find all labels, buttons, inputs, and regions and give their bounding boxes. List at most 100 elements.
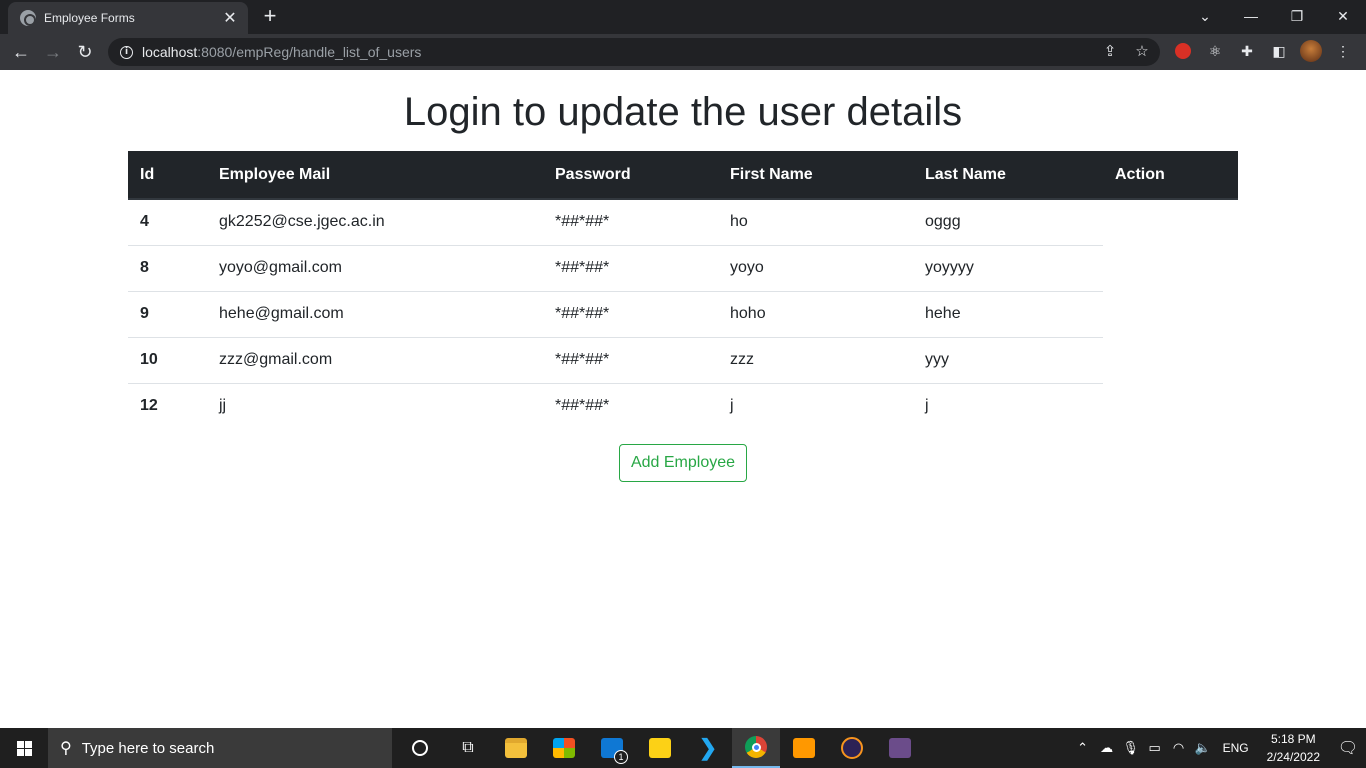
mail-icon[interactable]: 1 [588, 728, 636, 768]
cortana-icon[interactable] [396, 728, 444, 768]
restore-button[interactable]: ❐ [1274, 0, 1320, 32]
bookmark-star-icon[interactable]: ☆ [1132, 42, 1152, 62]
eclipse-icon[interactable] [828, 728, 876, 768]
browser-tab-bar: Employee Forms ✕ + ⌄ — ❐ ✕ [0, 0, 1366, 34]
taskbar-search[interactable]: ⚲ Type here to search [48, 728, 392, 768]
tab-close-icon[interactable]: ✕ [222, 8, 238, 28]
vscode-icon[interactable]: ❯ [684, 728, 732, 768]
table-row: 12 jj *##*##* j j [128, 382, 1238, 429]
new-tab-button[interactable]: + [258, 5, 282, 29]
cell-action [1103, 199, 1238, 245]
cell-last-name: oggg [925, 213, 961, 231]
cell-id: 12 [128, 382, 207, 429]
page-content: Login to update the user details Id Empl… [0, 70, 1366, 728]
react-devtools-icon[interactable]: ⚛ [1204, 40, 1226, 62]
cell-action [1103, 245, 1238, 291]
task-view-icon[interactable]: ⧉ [444, 728, 492, 768]
side-panel-icon[interactable]: ◧ [1268, 40, 1290, 62]
game-app-icon[interactable] [876, 728, 924, 768]
close-window-button[interactable]: ✕ [1320, 0, 1366, 32]
site-info-icon[interactable]: i [120, 45, 133, 59]
cell-password: *##*##* [543, 244, 718, 291]
cell-last-name: j [913, 382, 1103, 429]
mail-badge: 1 [614, 750, 628, 764]
microphone-icon[interactable]: 🎙 [1119, 740, 1143, 756]
adblock-extension-icon[interactable] [1172, 40, 1194, 62]
table-row: 9 hehe@gmail.com *##*##* hoho hehe [128, 290, 1238, 337]
battery-icon[interactable]: ▭ [1143, 740, 1167, 756]
cell-password: *##*##* [543, 336, 718, 383]
cell-first-name: yoyo [718, 244, 913, 291]
show-hidden-icons-chevron-icon[interactable]: ⌃ [1071, 740, 1095, 756]
taskbar-apps: ⧉ 1 ❯ [396, 728, 924, 768]
cell-email: yoyo@gmail.com [207, 244, 543, 291]
onedrive-cloud-icon[interactable]: ☁ [1095, 740, 1119, 756]
add-employee-button[interactable]: Add Employee [619, 444, 747, 482]
system-tray: ⌃ ☁ 🎙 ▭ ◠ 🔈 ENG 5:18 PM 2/24/2022 🗨 [1071, 728, 1366, 768]
cell-id: 10 [128, 336, 207, 383]
cell-first-name: zzz [718, 336, 913, 383]
header-employee-mail: Employee Mail [207, 151, 543, 200]
file-explorer-icon[interactable] [492, 728, 540, 768]
clock-date: 2/24/2022 [1266, 750, 1320, 764]
header-last-name: Last Name [913, 151, 1103, 200]
tab-search-chevron-icon[interactable]: ⌄ [1182, 0, 1228, 32]
reload-icon[interactable]: ↻ [72, 39, 98, 65]
browser-toolbar: ← → ↻ i localhost:8080/empReg/handle_lis… [0, 34, 1366, 70]
cell-last-name: yyy [913, 336, 1103, 383]
employee-table: Id Employee Mail Password First Name Las… [128, 151, 1238, 429]
table-row: 10 zzz@gmail.com *##*##* zzz yyy [128, 336, 1238, 383]
language-indicator[interactable]: ENG [1223, 741, 1249, 755]
cell-first-name: j [718, 382, 913, 429]
cell-action [1103, 383, 1238, 429]
start-button[interactable] [0, 728, 48, 768]
cell-email: hehe@gmail.com [207, 290, 543, 337]
url-path: :8080/empReg/handle_list_of_users [197, 44, 422, 60]
extensions-puzzle-icon[interactable]: ✚ [1236, 40, 1258, 62]
cell-password: *##*##* [543, 290, 718, 337]
cell-email: jj [207, 382, 543, 429]
back-arrow-icon[interactable]: ← [8, 39, 34, 65]
cell-action [1103, 337, 1238, 383]
more-menu-icon[interactable]: ⋮ [1332, 40, 1354, 62]
page-title: Login to update the user details [403, 90, 963, 134]
header-password: Password [543, 151, 718, 200]
browser-tab[interactable]: Employee Forms ✕ [8, 2, 248, 34]
forward-arrow-icon[interactable]: → [40, 39, 66, 65]
tab-title: Employee Forms [44, 11, 135, 25]
header-id: Id [128, 151, 207, 200]
sublime-text-icon[interactable] [780, 728, 828, 768]
cell-password: *##*##* [555, 213, 610, 231]
volume-icon[interactable]: 🔈 [1191, 740, 1215, 756]
clock-time: 5:18 PM [1270, 732, 1316, 746]
address-bar[interactable]: i localhost:8080/empReg/handle_list_of_u… [108, 38, 1160, 66]
globe-icon [20, 10, 36, 26]
clock[interactable]: 5:18 PM 2/24/2022 [1267, 730, 1320, 766]
notification-center-icon[interactable]: 🗨 [1330, 728, 1366, 768]
windows-logo-icon [16, 740, 32, 756]
extensions-area: ⚛ ✚ ◧ ⋮ [1172, 40, 1354, 62]
microsoft-store-icon[interactable] [540, 728, 588, 768]
sticky-notes-icon[interactable] [636, 728, 684, 768]
header-action: Action [1103, 151, 1238, 200]
cell-password: *##*##* [543, 382, 718, 429]
cell-id: 8 [128, 244, 207, 291]
wifi-icon[interactable]: ◠ [1167, 740, 1191, 756]
table-row: 8 yoyo@gmail.com *##*##* yoyo yoyyyy [128, 244, 1238, 291]
window-controls: ⌄ — ❐ ✕ [1182, 0, 1366, 32]
cell-email: gk2252@cse.jgec.ac.in [219, 213, 385, 231]
cell-first-name: hoho [718, 290, 913, 337]
share-icon[interactable]: ⇪ [1100, 42, 1120, 62]
cell-last-name: hehe [913, 290, 1103, 337]
omnibox-actions: ⇪ ☆ [1100, 42, 1152, 62]
search-icon: ⚲ [60, 740, 72, 757]
minimize-button[interactable]: — [1228, 0, 1274, 32]
chrome-icon[interactable] [732, 728, 780, 768]
cell-email: zzz@gmail.com [207, 336, 543, 383]
url-host: localhost [142, 44, 198, 60]
header-first-name: First Name [718, 151, 913, 200]
cell-id: 9 [128, 290, 207, 337]
profile-avatar[interactable] [1300, 40, 1322, 62]
windows-taskbar: ⚲ Type here to search ⧉ 1 ❯ ⌃ ☁ 🎙 ▭ ◠ 🔈 … [0, 728, 1366, 768]
search-placeholder: Type here to search [81, 739, 215, 757]
